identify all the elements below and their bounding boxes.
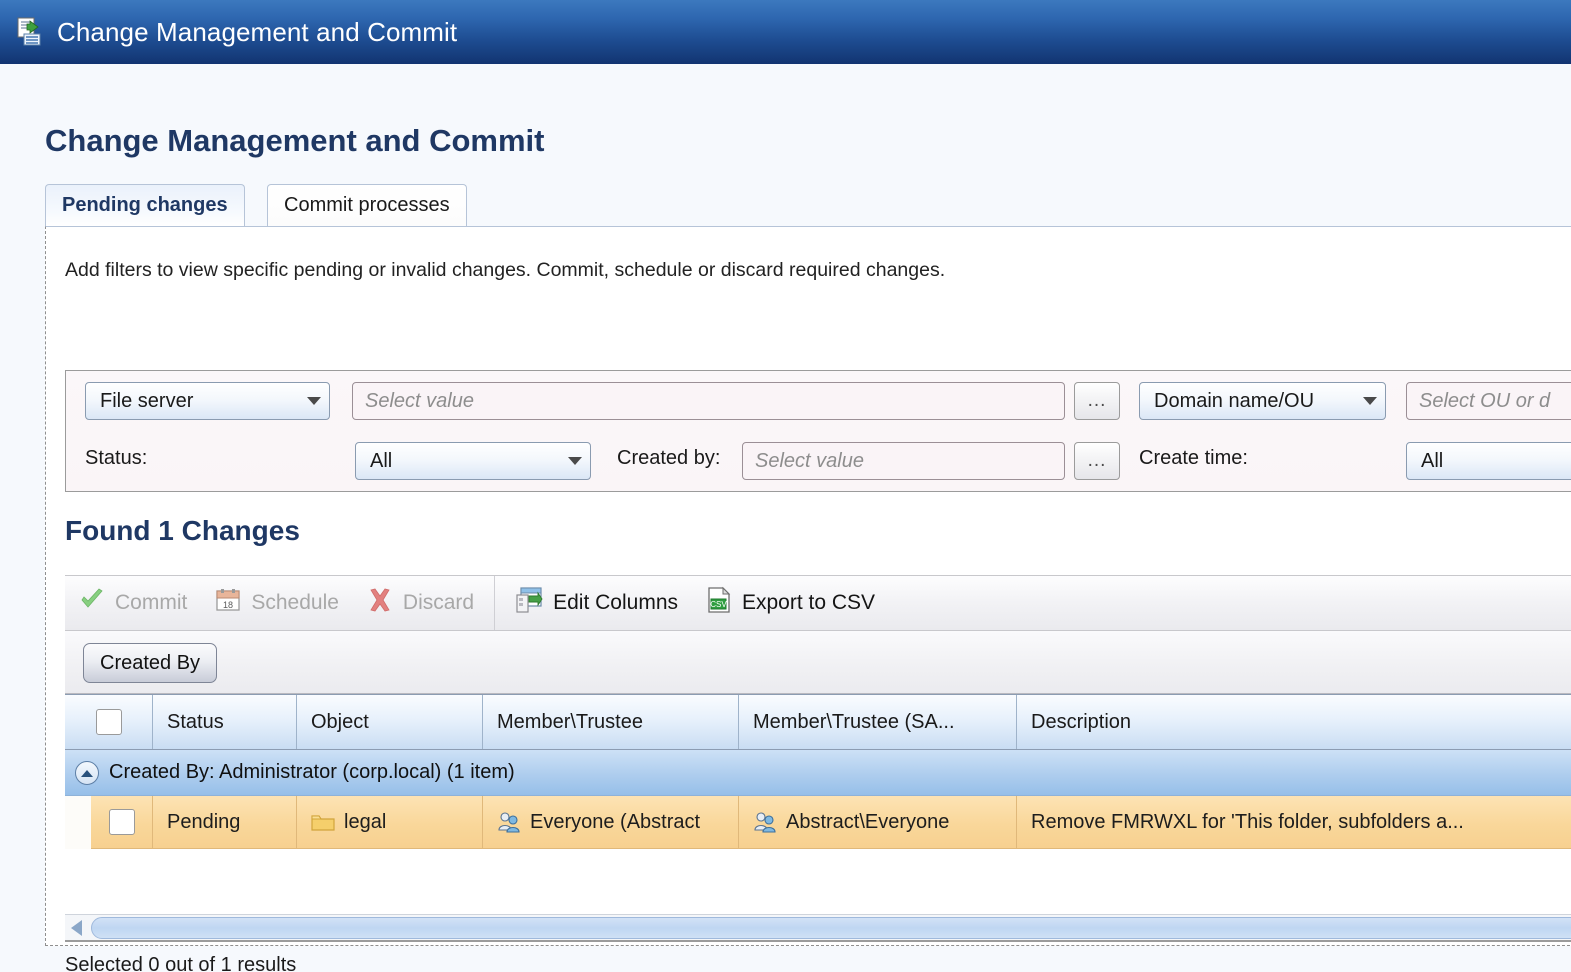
status-filter-select[interactable]: All (355, 442, 591, 480)
cell-object-label: legal (344, 811, 386, 834)
toolbar-separator (494, 576, 495, 630)
page-body: Change Management and Commit Pending cha… (0, 64, 1571, 972)
column-header-member-trustee-sam[interactable]: Member\Trustee (SA... (739, 695, 1017, 749)
tab-pending-changes-label: Pending changes (62, 194, 228, 217)
group-by-chip-created-by[interactable]: Created By (83, 643, 217, 683)
create-time-filter-select[interactable]: All (1406, 442, 1571, 480)
table-row[interactable]: Pending legal (65, 796, 1571, 849)
status-filter-value: All (370, 450, 392, 473)
filter-hint-text: Add filters to view specific pending or … (65, 259, 945, 282)
edit-columns-button[interactable]: Edit Columns (501, 576, 692, 630)
cell-description: Remove FMRWXL for 'This folder, subfolde… (1017, 796, 1571, 849)
discard-button[interactable]: Discard (353, 576, 488, 630)
created-by-placeholder: Select value (755, 450, 864, 473)
selection-status-text: Selected 0 out of 1 results (65, 954, 296, 972)
users-group-icon (497, 811, 521, 833)
cell-member-trustee-sam: Abstract\Everyone (739, 796, 1017, 849)
grid-group-row-label: Created By: Administrator (corp.local) (… (109, 761, 515, 784)
row-select-cell (91, 796, 153, 849)
folder-icon (311, 812, 335, 832)
group-by-chip-label: Created By (100, 652, 200, 675)
filter-row-1: File server Select value ... Domain name… (66, 371, 1571, 432)
column-header-object[interactable]: Object (297, 695, 483, 749)
schedule-button-label: Schedule (251, 591, 339, 615)
page-title: Change Management and Commit (45, 123, 545, 159)
window-title: Change Management and Commit (57, 17, 457, 48)
column-header-status[interactable]: Status (153, 695, 297, 749)
calendar-icon: 18 (215, 587, 241, 619)
domain-ou-scope-select-value: Domain name/OU (1154, 390, 1314, 413)
svg-text:18: 18 (223, 600, 233, 610)
status-filter-label: Status: (85, 447, 147, 470)
changes-grid: Status Object Member\Trustee Member\Trus… (65, 694, 1571, 914)
cell-member-trustee: Everyone (Abstract (483, 796, 739, 849)
scope-browse-button[interactable]: ... (1074, 382, 1120, 420)
created-by-browse-button[interactable]: ... (1074, 442, 1120, 480)
created-by-input[interactable]: Select value (742, 442, 1065, 480)
scope-value-placeholder: Select value (365, 390, 474, 413)
grid-group-row[interactable]: Created By: Administrator (corp.local) (… (65, 750, 1571, 796)
grid-header-row: Status Object Member\Trustee Member\Trus… (65, 694, 1571, 750)
scroll-left-arrow-icon[interactable] (65, 915, 91, 941)
scrollbar-thumb[interactable] (91, 917, 1571, 939)
file-server-scope-select-value: File server (100, 390, 193, 413)
grid-horizontal-scrollbar[interactable] (65, 914, 1571, 942)
window-titlebar: Change Management and Commit (0, 0, 1571, 64)
created-by-filter-label: Created by: (617, 447, 720, 470)
column-header-member-trustee[interactable]: Member\Trustee (483, 695, 739, 749)
cell-status: Pending (153, 796, 297, 849)
export-to-csv-label: Export to CSV (742, 591, 875, 615)
chevron-down-icon (568, 457, 582, 465)
row-select-checkbox[interactable] (109, 809, 135, 835)
file-server-scope-select[interactable]: File server (85, 382, 330, 420)
domain-ou-value-placeholder: Select OU or d (1419, 390, 1550, 413)
users-group-icon (753, 811, 777, 833)
close-x-icon (367, 587, 393, 619)
scope-value-input[interactable]: Select value (352, 382, 1065, 420)
filter-row-2: Status: All Created by: Select value ...… (66, 432, 1571, 493)
discard-button-label: Discard (403, 591, 474, 615)
domain-ou-scope-select[interactable]: Domain name/OU (1139, 382, 1386, 420)
tab-pending-changes[interactable]: Pending changes (45, 184, 245, 226)
commit-button-label: Commit (115, 591, 187, 615)
select-all-checkbox[interactable] (96, 709, 122, 735)
select-all-header-cell (65, 695, 153, 749)
pending-changes-panel: Add filters to view specific pending or … (45, 226, 1571, 946)
create-time-filter-value: All (1421, 450, 1443, 473)
svg-text:CSV: CSV (710, 600, 727, 609)
chevron-down-icon (307, 397, 321, 405)
cell-member-trustee-sam-label: Abstract\Everyone (786, 811, 949, 834)
row-indent (65, 796, 91, 849)
domain-ou-value-input[interactable]: Select OU or d (1406, 382, 1571, 420)
commit-button[interactable]: Commit (65, 576, 201, 630)
export-to-csv-button[interactable]: CSV Export to CSV (692, 576, 889, 630)
created-by-browse-label: ... (1088, 450, 1107, 472)
tab-commit-processes[interactable]: Commit processes (267, 184, 467, 226)
found-results-heading: Found 1 Changes (65, 515, 300, 547)
change-commit-document-icon (16, 17, 46, 47)
tab-commit-processes-label: Commit processes (284, 194, 450, 217)
chevron-down-icon (1363, 397, 1377, 405)
group-by-bar: Created By (65, 631, 1571, 694)
collapse-triangle-icon[interactable] (75, 761, 99, 785)
scope-browse-label: ... (1088, 390, 1107, 412)
checkmark-icon (79, 587, 105, 619)
tab-strip: Pending changes Commit processes (45, 184, 1571, 226)
cell-object: legal (297, 796, 483, 849)
column-header-description[interactable]: Description (1017, 695, 1571, 749)
grid-toolbar: Commit 18 Schedule (65, 575, 1571, 631)
edit-columns-icon (515, 586, 543, 620)
edit-columns-label: Edit Columns (553, 591, 678, 615)
cell-member-trustee-label: Everyone (Abstract (530, 811, 700, 834)
filter-panel: File server Select value ... Domain name… (65, 370, 1571, 492)
schedule-button[interactable]: 18 Schedule (201, 576, 353, 630)
csv-file-icon: CSV (706, 586, 732, 620)
create-time-filter-label: Create time: (1139, 447, 1248, 470)
